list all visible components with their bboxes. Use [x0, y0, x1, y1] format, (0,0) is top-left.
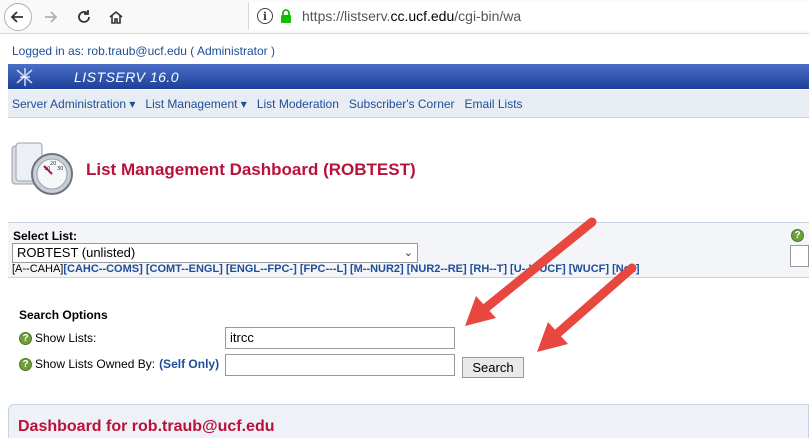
- user-dashboard-panel: Dashboard for rob.traub@ucf.edu: [8, 404, 809, 438]
- main-menu: Server Administration ▾ List Management …: [8, 90, 809, 118]
- range-link[interactable]: [NUR2--RE]: [407, 263, 467, 275]
- help-icon[interactable]: ?: [19, 357, 32, 371]
- owned-by-label: Show Lists Owned By:: [35, 357, 156, 371]
- range-link[interactable]: [Ne..]: [612, 263, 640, 275]
- url-text: https://listserv.cc.ucf.edu/cgi-bin/wa: [302, 8, 521, 24]
- home-button[interactable]: [102, 3, 130, 31]
- range-link[interactable]: [WUCF]: [569, 263, 609, 275]
- help-icon[interactable]: ?: [791, 229, 804, 242]
- secondary-input[interactable]: [790, 245, 809, 267]
- dashboard-gauge-icon: 10 20 30: [11, 142, 73, 195]
- menu-list-moderation[interactable]: List Moderation: [257, 97, 339, 111]
- info-icon[interactable]: i: [257, 8, 273, 24]
- range-link[interactable]: [FPC---L]: [300, 263, 347, 275]
- arrow-left-icon: [10, 11, 23, 23]
- reload-icon: [78, 10, 90, 23]
- show-lists-label: Show Lists:: [35, 331, 97, 345]
- chevron-down-icon: ⌄: [403, 247, 413, 259]
- url-prefix: https://listserv.: [302, 8, 391, 24]
- menu-subscribers-corner[interactable]: Subscriber's Corner: [349, 97, 455, 111]
- dashboard-for-heading: Dashboard for rob.traub@ucf.edu: [18, 418, 275, 435]
- range-link[interactable]: [CAHC--COMS]: [63, 263, 142, 275]
- search-options-title: Search Options: [19, 308, 108, 322]
- forward-button[interactable]: [36, 3, 64, 31]
- select-list-label: Select List:: [13, 229, 78, 243]
- owned-by-input[interactable]: [225, 354, 455, 376]
- show-lists-input[interactable]: itrcc: [225, 327, 455, 349]
- annotation-arrow: [537, 263, 637, 352]
- lock-icon[interactable]: [280, 9, 292, 23]
- search-button[interactable]: Search: [462, 357, 524, 378]
- range-link[interactable]: [COMT--ENGL]: [146, 263, 223, 275]
- url-path: /cgi-bin/wa: [454, 8, 522, 24]
- range-link[interactable]: [ENGL--FPC-]: [226, 263, 297, 275]
- select-list-dropdown[interactable]: ROBTEST (unlisted) ⌄: [12, 243, 418, 263]
- menu-email-lists[interactable]: Email Lists: [465, 97, 523, 111]
- range-link[interactable]: [A--CAHA]: [12, 263, 63, 275]
- browser-toolbar: i https://listserv.cc.ucf.edu/cgi-bin/wa: [0, 0, 809, 34]
- self-only-link[interactable]: (Self Only): [159, 357, 219, 371]
- select-list-panel: Select List: ROBTEST (unlisted) ⌄ [A--CA…: [8, 222, 809, 278]
- reload-button[interactable]: [70, 3, 98, 31]
- select-list-value: ROBTEST (unlisted): [17, 245, 136, 260]
- arrow-right-icon: [45, 11, 58, 23]
- list-range-links: [A--CAHA][CAHC--COMS] [COMT--ENGL] [ENGL…: [12, 263, 640, 275]
- menu-list-management[interactable]: List Management ▾: [145, 97, 246, 111]
- app-title: LISTSERV 16.0: [74, 68, 180, 85]
- menu-server-administration[interactable]: Server Administration ▾: [12, 97, 135, 111]
- address-bar[interactable]: i https://listserv.cc.ucf.edu/cgi-bin/wa: [248, 2, 809, 30]
- url-domain: cc.ucf.edu: [390, 8, 455, 24]
- listserv-logo-icon: [16, 67, 33, 86]
- page-title: List Management Dashboard (ROBTEST): [86, 160, 416, 179]
- home-icon: [109, 10, 123, 24]
- back-button[interactable]: [4, 3, 32, 31]
- svg-text:30: 30: [57, 166, 63, 172]
- svg-text:20: 20: [50, 161, 56, 167]
- range-link[interactable]: [RH--T]: [470, 263, 507, 275]
- help-icon[interactable]: ?: [19, 331, 32, 345]
- app-banner: LISTSERV 16.0: [8, 64, 809, 89]
- logged-in-status: Logged in as: rob.traub@ucf.edu ( Admini…: [12, 44, 275, 58]
- range-link[interactable]: [U--WUCF]: [510, 263, 566, 275]
- show-lists-row: ? Show Lists:: [19, 331, 96, 345]
- owned-by-row: ? Show Lists Owned By: (Self Only): [19, 357, 219, 371]
- range-link[interactable]: [M--NUR2]: [350, 263, 404, 275]
